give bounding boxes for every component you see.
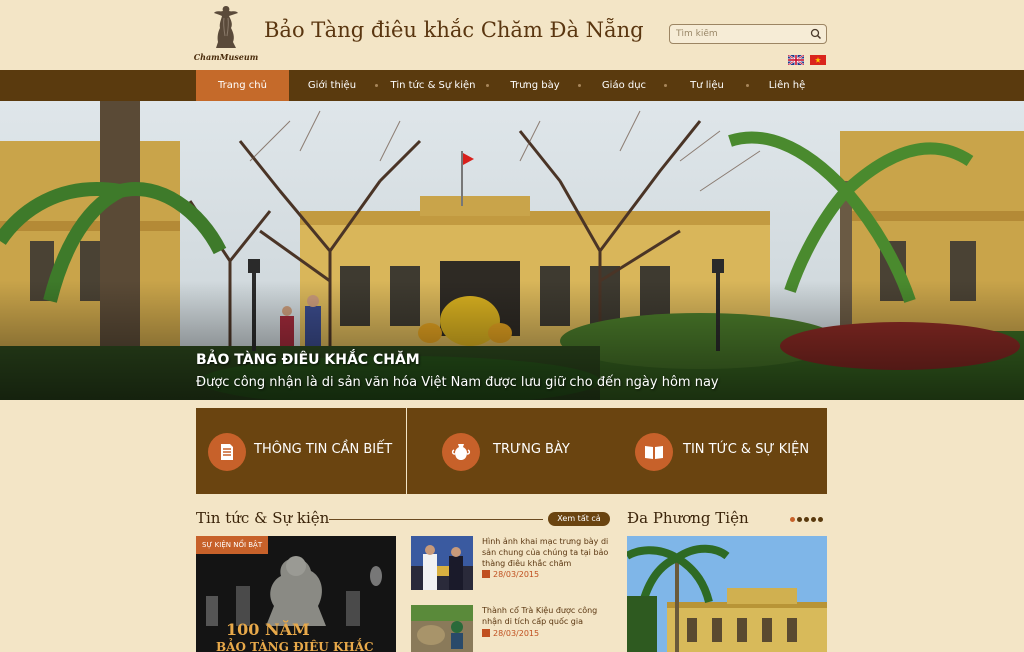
featured-headline: 100 NĂM	[226, 620, 310, 639]
header: ChamMuseum Bảo Tàng điêu khắc Chăm Đà Nẵ…	[0, 0, 1024, 70]
news-date-text: 28/03/2015	[493, 570, 540, 579]
feature-icon-circle	[442, 433, 480, 471]
search-input[interactable]	[676, 27, 806, 41]
feature-label: TIN TỨC & SỰ KIỆN	[683, 442, 810, 457]
feature-box-exhibition[interactable]: TRƯNG BÀY	[407, 408, 617, 494]
carousel-dot[interactable]	[818, 517, 823, 522]
news-title[interactable]: Hình ảnh khai mạc trưng bày di sản chung…	[482, 536, 612, 569]
nav-item-documents[interactable]: Tư liệu	[676, 70, 738, 101]
search-box	[669, 24, 827, 44]
main-nav: Trang chủ Giới thiệu Tin tức & Sự kiện T…	[0, 70, 1024, 101]
nav-separator	[664, 84, 667, 87]
nav-item-home[interactable]: Trang chủ	[196, 70, 289, 101]
nav-item-education[interactable]: Giáo dục	[592, 70, 656, 101]
nav-item-news[interactable]: Tin tức & Sự kiện	[388, 70, 478, 101]
search-icon[interactable]	[809, 27, 823, 41]
featured-subheadline: BẢO TÀNG ĐIÊU KHẮC	[216, 640, 374, 652]
featured-news[interactable]: SỰ KIỆN NỔI BẬT 100 NĂM BẢO TÀNG ĐIÊU KH…	[196, 536, 396, 652]
nav-item-about[interactable]: Giới thiệu	[296, 70, 368, 101]
calendar-icon	[482, 629, 490, 637]
media-section-title: Đa Phương Tiện	[627, 509, 749, 527]
site-logo[interactable]: ChamMuseum	[193, 4, 259, 64]
ceremony-photo	[411, 536, 473, 590]
nav-separator	[746, 84, 749, 87]
feature-icon-circle	[208, 433, 246, 471]
list-item[interactable]: Hình ảnh khai mạc trưng bày di sản chung…	[411, 536, 611, 596]
dancer-statue-icon	[214, 6, 238, 48]
nav-item-contact[interactable]: Liên hệ	[756, 70, 818, 101]
hero-subtitle: Được công nhận là di sản văn hóa Việt Na…	[196, 375, 719, 390]
carousel-dot[interactable]	[797, 517, 802, 522]
feature-box-info[interactable]: THÔNG TIN CẦN BIẾT	[196, 408, 406, 494]
section-divider	[329, 519, 543, 520]
view-all-button[interactable]: Xem tất cả	[548, 512, 610, 526]
feature-label: TRƯNG BÀY	[493, 442, 570, 457]
featured-badge: SỰ KIỆN NỔI BẬT	[196, 536, 269, 554]
feature-icon-circle	[635, 433, 673, 471]
hero-banner[interactable]: BẢO TÀNG ĐIÊU KHẮC CHĂM Được công nhận l…	[0, 101, 1024, 400]
carousel-dot[interactable]	[804, 517, 809, 522]
uk-flag-icon[interactable]	[788, 55, 804, 65]
list-item[interactable]: Thành cổ Trà Kiệu được công nhận di tích…	[411, 605, 611, 652]
book-icon	[645, 446, 663, 459]
logo-text: ChamMuseum	[193, 52, 259, 62]
carousel-dot[interactable]	[811, 517, 816, 522]
vase-icon	[451, 444, 471, 460]
media-thumbnail[interactable]	[627, 536, 827, 652]
nav-separator	[375, 84, 378, 87]
news-thumbnail[interactable]	[411, 605, 473, 652]
museum-facade-photo	[627, 536, 827, 652]
nav-separator	[486, 84, 489, 87]
hero-title: BẢO TÀNG ĐIÊU KHẮC CHĂM	[196, 352, 420, 368]
vietnam-flag-icon[interactable]	[810, 55, 826, 65]
news-date: 28/03/2015	[482, 629, 539, 638]
excavation-photo	[411, 605, 473, 652]
news-date: 28/03/2015	[482, 570, 539, 579]
feature-box-news[interactable]: TIN TỨC & SỰ KIỆN	[617, 408, 827, 494]
feature-label: THÔNG TIN CẦN BIẾT	[254, 442, 393, 457]
carousel-dot[interactable]	[790, 517, 795, 522]
news-title[interactable]: Thành cổ Trà Kiệu được công nhận di tích…	[482, 605, 612, 627]
news-section-title: Tin tức & Sự kiện	[196, 509, 330, 527]
news-date-text: 28/03/2015	[493, 629, 540, 638]
nav-item-exhibition[interactable]: Trưng bày	[500, 70, 570, 101]
site-title: Bảo Tàng điêu khắc Chăm Đà Nẵng	[264, 18, 644, 42]
museum-building-photo	[0, 101, 1024, 400]
nav-separator	[578, 84, 581, 87]
document-icon	[221, 444, 233, 460]
calendar-icon	[482, 570, 490, 578]
news-thumbnail[interactable]	[411, 536, 473, 590]
